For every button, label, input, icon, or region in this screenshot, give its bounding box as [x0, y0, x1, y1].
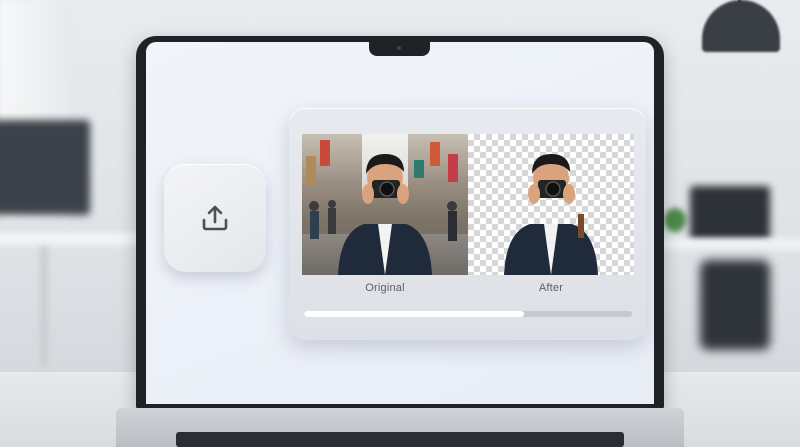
background-desk-leg [40, 246, 48, 366]
cutout-subject [504, 154, 598, 275]
original-image [302, 134, 468, 275]
background-desk-right [660, 238, 800, 250]
upload-icon [202, 205, 228, 231]
before-after-card: Original After [289, 108, 646, 340]
background-desk-left [0, 232, 150, 246]
original-label: Original [365, 282, 405, 294]
laptop-screen: Original After [146, 42, 654, 404]
after-image [468, 134, 634, 275]
webcam-icon [397, 46, 401, 50]
progress-bar [304, 311, 632, 317]
laptop-base [116, 408, 684, 447]
keyboard [176, 432, 624, 447]
after-label: After [538, 282, 564, 294]
background-plant [664, 208, 686, 232]
background-monitor-left [0, 120, 90, 215]
progress-fill [304, 311, 524, 317]
pendant-lamp [702, 0, 780, 52]
background-monitor-right [690, 186, 770, 241]
upload-button[interactable] [164, 164, 266, 272]
photographer-subject [309, 154, 457, 275]
camera-notch [369, 42, 430, 56]
background-chair [700, 260, 770, 350]
